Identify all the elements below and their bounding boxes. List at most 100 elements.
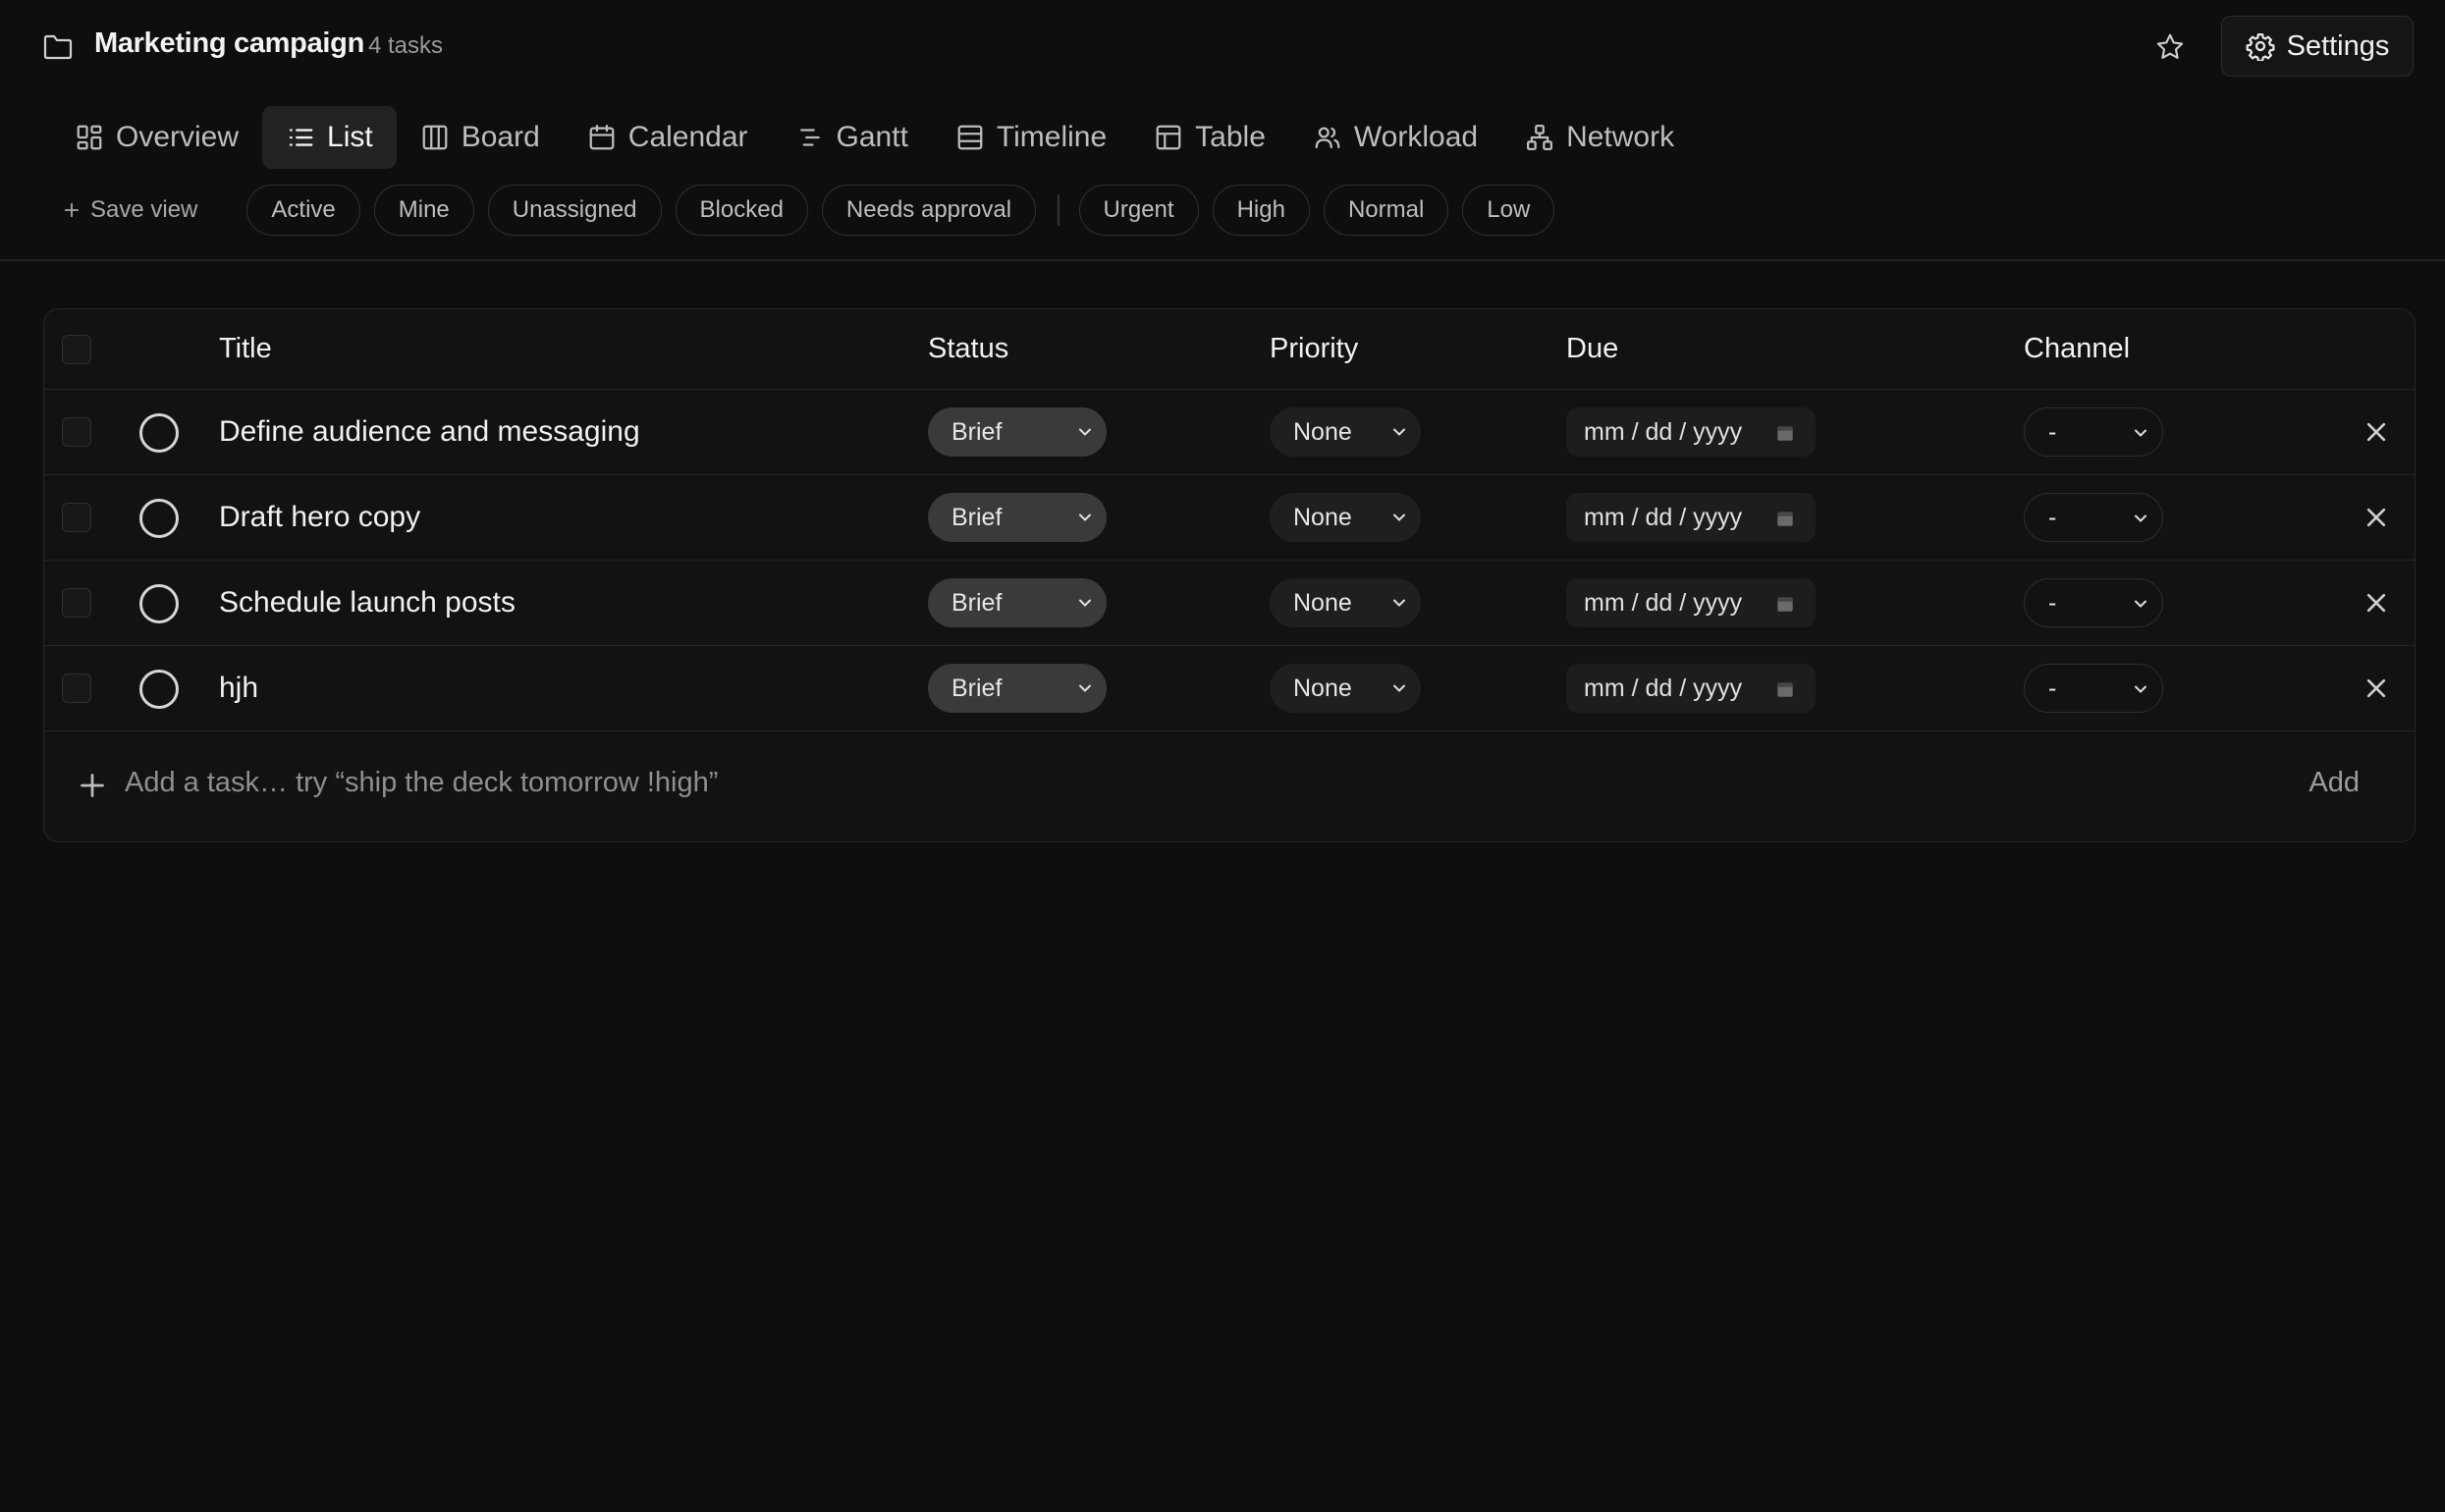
chevron-down-icon — [1079, 599, 1091, 607]
calendar-picker-icon[interactable] — [1774, 422, 1796, 444]
due-date-value: mm / dd / yyyy — [1584, 674, 1743, 702]
complete-toggle[interactable] — [139, 584, 179, 623]
plus-icon — [64, 202, 80, 218]
task-title[interactable]: Schedule launch posts — [219, 586, 516, 620]
delete-icon[interactable] — [2364, 675, 2389, 701]
chevron-down-icon — [1079, 428, 1091, 436]
priority-select[interactable]: None — [1270, 664, 1421, 713]
save-view-button[interactable]: Save view — [63, 196, 197, 224]
table-header: Title Status Priority Due Channel — [44, 309, 2415, 390]
status-value: Brief — [951, 503, 1003, 531]
project-header: Marketing campaign 4 tasks Settings — [0, 0, 2445, 94]
filter-chip-urgent[interactable]: Urgent — [1078, 185, 1199, 236]
channel-value: - — [2048, 588, 2057, 617]
filter-chip-normal[interactable]: Normal — [1323, 185, 1449, 236]
complete-toggle[interactable] — [139, 670, 179, 709]
header-divider — [0, 259, 2445, 261]
tab-timeline[interactable]: Timeline — [932, 106, 1130, 169]
filter-chip-low[interactable]: Low — [1462, 185, 1555, 236]
filter-chip-active[interactable]: Active — [246, 185, 360, 236]
column-title: Title — [219, 333, 272, 364]
complete-toggle[interactable] — [139, 413, 179, 453]
board-icon — [422, 125, 448, 150]
status-select[interactable]: Brief — [928, 493, 1107, 542]
chevron-down-icon — [2135, 600, 2146, 608]
add-task-row: Add a task… try “ship the deck tomorrow … — [44, 731, 2415, 841]
tab-list[interactable]: List — [262, 106, 397, 169]
channel-select[interactable]: - — [2024, 407, 2163, 457]
tab-overview[interactable]: Overview — [51, 106, 262, 169]
channel-select[interactable]: - — [2024, 578, 2163, 627]
delete-icon[interactable] — [2364, 505, 2389, 530]
filter-chip-mine[interactable]: Mine — [373, 185, 474, 236]
plus-icon — [81, 774, 104, 797]
status-select[interactable]: Brief — [928, 578, 1107, 627]
due-date-input[interactable]: mm / dd / yyyy — [1566, 664, 1816, 713]
status-value: Brief — [951, 417, 1003, 446]
priority-select[interactable]: None — [1270, 493, 1421, 542]
filter-chip-unassigned[interactable]: Unassigned — [487, 185, 662, 236]
row-checkbox[interactable] — [62, 503, 91, 532]
table-icon — [1156, 125, 1181, 150]
due-date-value: mm / dd / yyyy — [1584, 588, 1743, 617]
task-title[interactable]: hjh — [219, 672, 258, 705]
favorite-button[interactable] — [2150, 27, 2190, 67]
filter-chip-needs-approval[interactable]: Needs approval — [821, 185, 1037, 236]
priority-select[interactable]: None — [1270, 407, 1421, 457]
complete-toggle[interactable] — [139, 499, 179, 538]
row-checkbox[interactable] — [62, 588, 91, 618]
tab-gantt[interactable]: Gantt — [772, 106, 932, 169]
row-checkbox[interactable] — [62, 674, 91, 703]
calendar-picker-icon[interactable] — [1774, 593, 1796, 615]
status-select[interactable]: Brief — [928, 664, 1107, 713]
tab-workload[interactable]: Workload — [1289, 106, 1501, 169]
add-task-button[interactable]: Add — [2309, 767, 2360, 799]
channel-select[interactable]: - — [2024, 493, 2163, 542]
tab-label: Workload — [1353, 121, 1479, 153]
add-task-input[interactable]: Add a task… try “ship the deck tomorrow … — [125, 767, 718, 799]
channel-value: - — [2048, 417, 2057, 446]
row-checkbox[interactable] — [62, 417, 91, 447]
channel-select[interactable]: - — [2024, 664, 2163, 713]
tab-label: Network — [1566, 121, 1675, 153]
page-title: Marketing campaign — [94, 27, 364, 59]
status-value: Brief — [951, 588, 1003, 617]
due-date-input[interactable]: mm / dd / yyyy — [1566, 578, 1816, 627]
chevron-down-icon — [1393, 428, 1405, 436]
due-date-value: mm / dd / yyyy — [1584, 503, 1743, 531]
chevron-down-icon — [2135, 514, 2146, 522]
filter-chip-high[interactable]: High — [1212, 185, 1310, 236]
task-count: 4 tasks — [368, 32, 444, 59]
save-view-label: Save view — [90, 196, 198, 223]
tab-label: Overview — [116, 121, 240, 153]
task-title[interactable]: Draft hero copy — [219, 501, 420, 534]
priority-value: None — [1293, 588, 1352, 617]
due-date-input[interactable]: mm / dd / yyyy — [1566, 493, 1816, 542]
priority-value: None — [1293, 674, 1352, 702]
priority-select[interactable]: None — [1270, 578, 1421, 627]
calendar-picker-icon[interactable] — [1774, 678, 1796, 700]
delete-icon[interactable] — [2364, 590, 2389, 616]
task-title[interactable]: Define audience and messaging — [219, 415, 640, 449]
tab-network[interactable]: Network — [1501, 106, 1698, 169]
select-all-checkbox[interactable] — [62, 335, 91, 364]
channel-value: - — [2048, 674, 2057, 702]
filter-chip-blocked[interactable]: Blocked — [675, 185, 808, 236]
column-priority: Priority — [1270, 333, 1359, 364]
tab-label: Timeline — [996, 121, 1108, 153]
task-table: Title Status Priority Due Channel Define… — [43, 308, 2416, 842]
due-date-value: mm / dd / yyyy — [1584, 417, 1743, 446]
calendar-picker-icon[interactable] — [1774, 508, 1796, 529]
tab-table[interactable]: Table — [1130, 106, 1289, 169]
priority-value: None — [1293, 417, 1352, 446]
view-tabs: Overview List Board Calendar Gantt Timel… — [51, 106, 1698, 169]
chevron-down-icon — [1393, 684, 1405, 692]
tab-label: List — [327, 121, 373, 153]
tab-board[interactable]: Board — [397, 106, 564, 169]
due-date-input[interactable]: mm / dd / yyyy — [1566, 407, 1816, 457]
tab-calendar[interactable]: Calendar — [564, 106, 772, 169]
settings-button[interactable]: Settings — [2221, 16, 2414, 77]
delete-icon[interactable] — [2364, 419, 2389, 445]
tab-label: Board — [461, 121, 540, 153]
status-select[interactable]: Brief — [928, 407, 1107, 457]
